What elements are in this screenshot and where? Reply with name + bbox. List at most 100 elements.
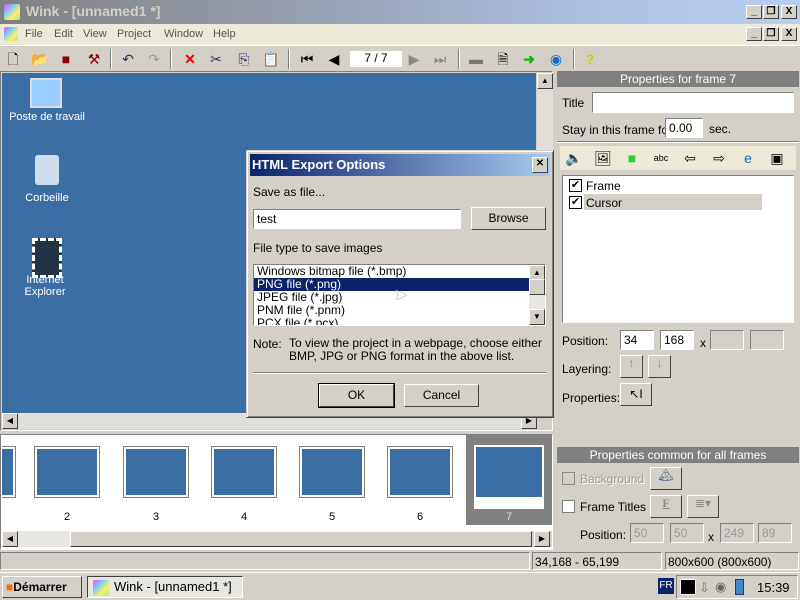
render-icon[interactable]: ⚒: [84, 49, 104, 69]
menu-bar: File Edit View Project Window Help _ ❐ X: [0, 24, 800, 45]
list-scrollbar[interactable]: ▲ ▼: [529, 265, 545, 325]
menu-project[interactable]: Project: [117, 28, 151, 40]
add-jump-button-icon[interactable]: ▣: [767, 148, 787, 168]
title-pos-x[interactable]: 50: [630, 523, 664, 543]
scroll-left-button[interactable]: ◀: [2, 413, 18, 429]
browse-button[interactable]: Browse: [471, 207, 546, 230]
filmstrip-scrollbar[interactable]: ◀ ▶: [2, 531, 552, 547]
wink-tray-icon[interactable]: [680, 579, 696, 595]
frame-thumbnail[interactable]: [123, 446, 189, 498]
menu-file[interactable]: File: [25, 28, 43, 40]
frame-thumbnail[interactable]: [34, 446, 100, 498]
add-sound-icon[interactable]: 🔈: [564, 148, 584, 168]
list-item[interactable]: Frame: [586, 179, 621, 193]
add-next-button-icon[interactable]: ⇨: [709, 148, 729, 168]
position-x-input[interactable]: 34: [620, 330, 654, 350]
width-input[interactable]: [710, 330, 744, 350]
background-image-button[interactable]: 🏔: [650, 467, 682, 490]
paste-icon[interactable]: 📋: [261, 49, 281, 69]
stay-duration-input[interactable]: 0.00: [665, 118, 703, 138]
volume-icon[interactable]: ◉: [715, 579, 726, 595]
position-label: Position:: [562, 334, 609, 348]
open-icon[interactable]: 📂: [30, 49, 50, 69]
export-icon[interactable]: ➜: [519, 49, 539, 69]
filename-input[interactable]: test: [253, 209, 461, 229]
add-url-button-icon[interactable]: e: [738, 148, 758, 168]
ok-button[interactable]: OK: [318, 383, 395, 408]
menu-edit[interactable]: Edit: [54, 28, 73, 40]
cursor-checkbox[interactable]: ✔: [569, 196, 582, 209]
font-button[interactable]: F: [650, 495, 682, 518]
list-item[interactable]: PCX file (*.pcx): [254, 317, 529, 326]
doc-minimize-button[interactable]: _: [746, 27, 762, 41]
delete-icon[interactable]: ✕: [180, 49, 200, 69]
height-input[interactable]: [750, 330, 784, 350]
help-icon[interactable]: ?: [580, 49, 600, 69]
title-pos-y[interactable]: 50: [670, 523, 704, 543]
panel-header: Properties for frame 7: [557, 71, 799, 87]
save-icon[interactable]: ■: [56, 49, 76, 69]
scroll-left-button[interactable]: ◀: [2, 531, 18, 547]
properties-icon[interactable]: 🗎: [493, 49, 513, 69]
doc-restore-button[interactable]: ❐: [763, 27, 779, 41]
add-textbox-icon[interactable]: abc: [651, 148, 671, 168]
list-scroll-down[interactable]: ▼: [529, 309, 545, 325]
selected-frame[interactable]: 7: [466, 435, 552, 525]
menu-view[interactable]: View: [83, 28, 107, 40]
frame-checkbox[interactable]: ✔: [569, 179, 582, 192]
note-text: To view the project in a webpage, choose…: [289, 336, 542, 363]
background-checkbox[interactable]: [562, 472, 575, 485]
copy-icon[interactable]: ⎘: [234, 49, 254, 69]
preview-icon[interactable]: ▬: [466, 49, 486, 69]
network-icon[interactable]: ⇩: [699, 580, 710, 596]
frame-titles-checkbox[interactable]: [562, 500, 575, 513]
close-button[interactable]: X: [781, 5, 797, 19]
frame-thumbnail[interactable]: [211, 446, 277, 498]
layer-up-button[interactable]: ↑: [620, 355, 643, 378]
cancel-button[interactable]: Cancel: [404, 384, 479, 407]
scroll-right-button[interactable]: ▶: [534, 531, 550, 547]
title-input[interactable]: [592, 92, 794, 113]
layer-down-button[interactable]: ↓: [648, 355, 671, 378]
clock[interactable]: 15:39: [757, 580, 790, 595]
taskbar: ■Démarrer Wink - [unnamed1 *] FR ⇩ ◉ 15:…: [0, 572, 800, 600]
position-y-input[interactable]: 168: [660, 330, 694, 350]
frame-counter[interactable]: 7 / 7: [350, 51, 402, 67]
last-frame-icon[interactable]: ⏭: [430, 49, 450, 69]
cut-icon[interactable]: ✂: [206, 49, 226, 69]
list-scroll-thumb[interactable]: [529, 279, 545, 295]
prev-frame-icon[interactable]: ◀: [324, 49, 344, 69]
frame-thumbnail[interactable]: [299, 446, 365, 498]
add-prev-button-icon[interactable]: ⇦: [680, 148, 700, 168]
undo-icon[interactable]: ↶: [118, 49, 138, 69]
taskbar-task-wink[interactable]: Wink - [unnamed1 *]: [87, 576, 243, 598]
dialog-close-button[interactable]: ✕: [532, 157, 548, 173]
add-shape-icon[interactable]: ■: [622, 148, 642, 168]
next-frame-icon[interactable]: ▶: [404, 49, 424, 69]
status-size: 800x600 (800x600): [665, 552, 799, 570]
add-image-icon[interactable]: 🖼: [593, 148, 613, 168]
scroll-thumb[interactable]: [70, 531, 532, 547]
menu-help[interactable]: Help: [213, 28, 236, 40]
common-position-label: Position:: [580, 528, 627, 542]
start-button[interactable]: ■Démarrer: [2, 576, 82, 598]
restore-button[interactable]: ❐: [763, 5, 779, 19]
battery-icon[interactable]: [735, 579, 744, 595]
align-dropdown-button[interactable]: ≣▾: [687, 495, 719, 518]
redo-icon[interactable]: ↷: [144, 49, 164, 69]
cursor-properties-button[interactable]: ↖I: [620, 383, 652, 406]
minimize-button[interactable]: _: [746, 5, 762, 19]
doc-close-button[interactable]: X: [781, 27, 797, 41]
frame-thumbnail-partial[interactable]: [2, 446, 16, 498]
new-icon[interactable]: 🗋: [3, 49, 23, 69]
scroll-up-button[interactable]: ▲: [537, 73, 553, 89]
language-indicator[interactable]: FR: [658, 578, 674, 594]
frame-thumbnail[interactable]: [387, 446, 453, 498]
title-width[interactable]: 249: [720, 523, 754, 543]
menu-window[interactable]: Window: [164, 28, 203, 40]
browser-icon[interactable]: ◉: [546, 49, 566, 69]
first-frame-icon[interactable]: ⏮: [297, 49, 317, 69]
list-item[interactable]: Cursor: [586, 196, 622, 210]
divider: [253, 372, 546, 374]
title-height[interactable]: 89: [758, 523, 792, 543]
